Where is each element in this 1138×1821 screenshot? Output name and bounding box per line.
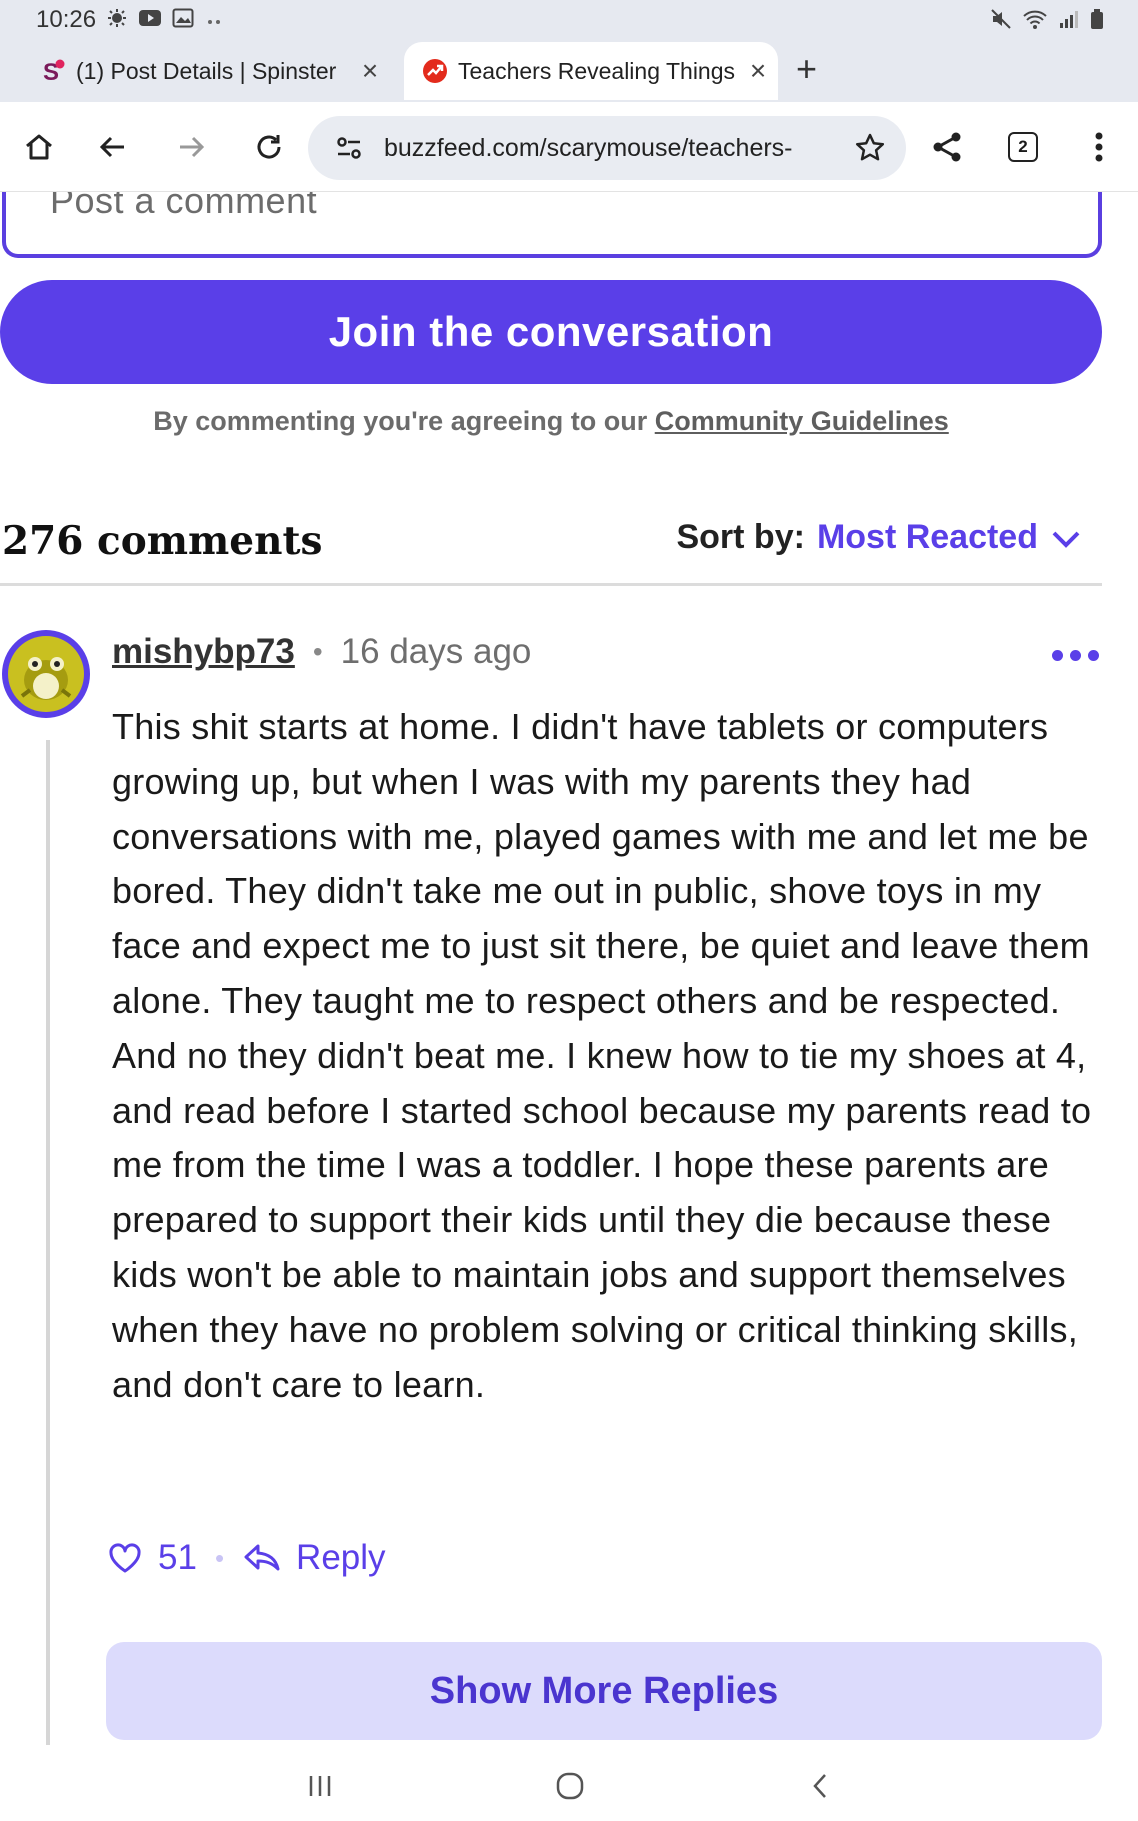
system-icons [990, 8, 1104, 30]
status-time: 10:26 [36, 6, 97, 33]
join-conversation-button[interactable]: Join the conversation [0, 280, 1102, 384]
kebab-menu-icon [1095, 132, 1103, 162]
comment-meta: mishybp73 • 16 days ago [112, 632, 531, 672]
back-arrow-icon [99, 136, 124, 158]
community-agreement: By commenting you're agreeing to our Com… [0, 406, 1102, 437]
sort-value: Most Reacted [816, 518, 1038, 556]
sort-label: Sort by: [676, 518, 805, 556]
agreement-text: By commenting you're agreeing to our [153, 406, 655, 436]
back-nav-button[interactable] [790, 1766, 850, 1806]
tab-title: Teachers Revealing Things S [458, 57, 738, 84]
comments-count: 276 comments [2, 518, 323, 564]
recents-icon [309, 1776, 331, 1796]
show-more-replies-button[interactable]: Show More Replies [106, 1642, 1102, 1740]
comment-options-button[interactable] [1052, 650, 1099, 661]
tab-close-icon[interactable]: × [350, 55, 390, 87]
wifi-icon [1023, 10, 1047, 29]
tab-close-icon[interactable]: × [738, 55, 778, 87]
sort-dropdown[interactable]: Sort by: Most Reacted [676, 518, 1082, 557]
home-icon [26, 134, 52, 160]
system-nav-bar [0, 1748, 1138, 1821]
home-nav-button[interactable] [540, 1766, 600, 1806]
mute-icon [991, 9, 1011, 29]
frog-avatar-icon [8, 636, 84, 712]
reload-icon [257, 135, 281, 159]
tab-switcher-button[interactable]: 2 [1002, 126, 1044, 168]
share-icon [933, 132, 961, 162]
youtube-icon [139, 10, 161, 26]
back-button[interactable] [92, 126, 134, 168]
site-settings-icon[interactable] [334, 133, 364, 163]
tab-buzzfeed[interactable]: Teachers Revealing Things S × [404, 42, 778, 100]
tab-count: 2 [1008, 132, 1038, 162]
comment-username[interactable]: mishybp73 [112, 632, 295, 672]
like-count: 51 [158, 1538, 197, 1577]
reload-button[interactable] [248, 126, 290, 168]
weather-icon [108, 9, 126, 27]
more-dot-icon [1070, 650, 1081, 661]
url-text: buzzfeed.com/scarymouse/teachers- [384, 133, 793, 162]
tab-spinster[interactable]: S (1) Post Details | Spinster × [40, 42, 390, 100]
bookmark-star-icon[interactable] [854, 132, 886, 164]
address-bar[interactable]: buzzfeed.com/scarymouse/teachers- [308, 116, 906, 180]
chevron-down-icon [1052, 531, 1080, 548]
status-bar: 10:26 [0, 0, 1138, 40]
comment-actions: 51 • Reply [108, 1538, 386, 1578]
forward-arrow-icon [180, 136, 205, 158]
recents-button[interactable] [290, 1766, 350, 1806]
more-dot-icon [1052, 650, 1063, 661]
home-button[interactable] [18, 126, 60, 168]
gallery-icon [172, 8, 194, 28]
browser-toolbar: buzzfeed.com/scarymouse/teachers- 2 [0, 102, 1138, 192]
new-tab-button[interactable]: + [796, 48, 817, 90]
tab-title: (1) Post Details | Spinster [76, 57, 337, 84]
battery-icon [1091, 9, 1103, 29]
forward-button[interactable] [170, 126, 212, 168]
meta-separator: • [312, 636, 323, 667]
home-circle-icon [556, 1772, 584, 1800]
comments-divider [0, 583, 1102, 586]
more-dot-icon [1088, 650, 1099, 661]
signal-icon [1060, 11, 1078, 28]
comment-body: This shit starts at home. I didn't have … [112, 706, 1092, 1405]
reply-icon[interactable] [242, 1542, 282, 1574]
reply-button[interactable]: Reply [296, 1538, 385, 1578]
spinster-favicon-icon: S [40, 58, 66, 84]
back-chevron-icon [813, 1774, 826, 1798]
buzzfeed-favicon-icon [422, 58, 448, 84]
heart-icon[interactable] [108, 1542, 142, 1574]
avatar[interactable] [2, 630, 90, 718]
share-button[interactable] [926, 126, 968, 168]
menu-button[interactable] [1078, 126, 1120, 168]
thread-line [46, 740, 50, 1745]
actions-separator: • [214, 1542, 225, 1573]
comment-time: 16 days ago [340, 632, 532, 671]
tab-strip: S (1) Post Details | Spinster × Teachers… [0, 40, 1138, 102]
community-guidelines-link[interactable]: Community Guidelines [655, 406, 949, 436]
more-notifications-icon [208, 20, 220, 24]
notification-icons [106, 8, 224, 28]
